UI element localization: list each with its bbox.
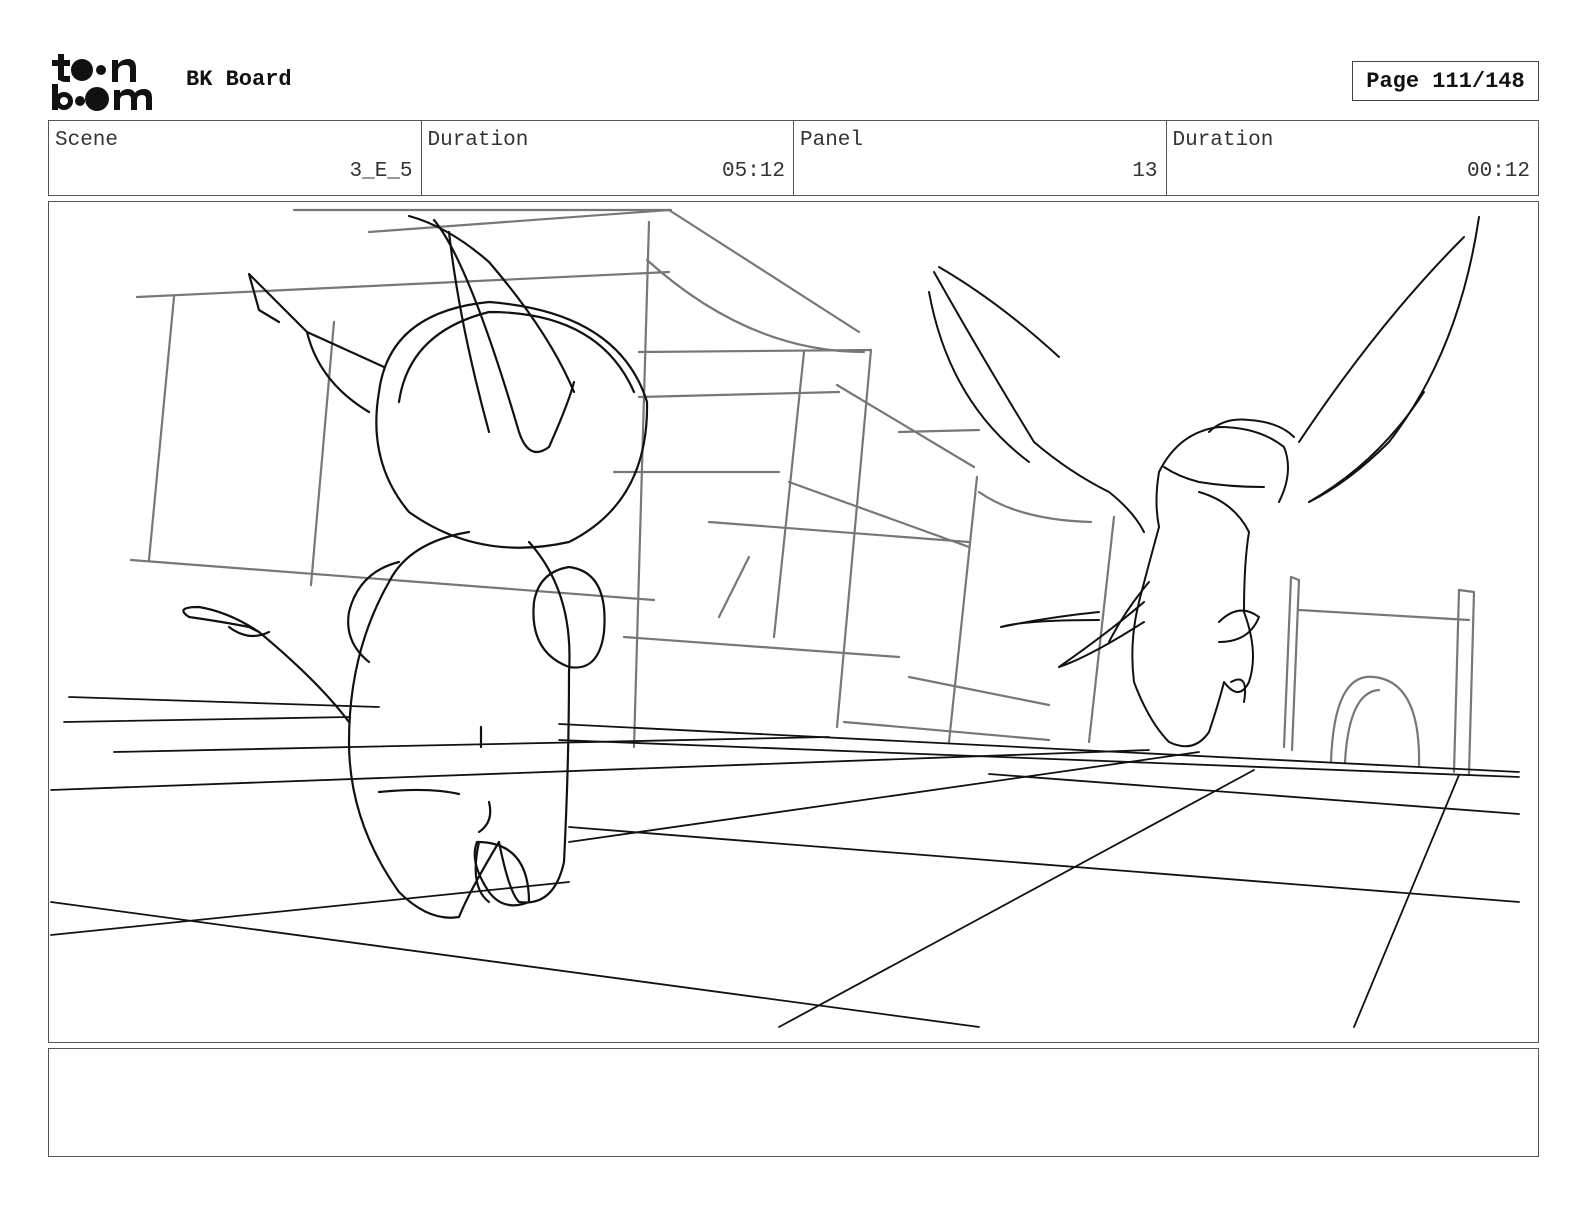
scene-duration-label: Duration (427, 129, 529, 152)
scene-value: 3_E_5 (349, 160, 413, 183)
panel-duration-value: 00:12 (1466, 160, 1530, 183)
panel-info-bar: Scene 3_E_5 Duration 05:12 Panel 13 Dura… (48, 120, 1539, 196)
panel-duration-label: Duration (1172, 129, 1274, 152)
page-indicator: Page 111/148 (1352, 61, 1539, 101)
scene-cell: Scene 3_E_5 (49, 121, 422, 195)
panel-notes-box (48, 1048, 1539, 1157)
panel-value: 13 (1132, 160, 1158, 183)
foreground-character-sketch (182, 214, 649, 919)
panel-duration-cell: Duration 00:12 (1167, 121, 1539, 195)
toon-boom-logo (52, 52, 164, 112)
flying-character-sketch (928, 216, 1480, 748)
board-title: BK Board (186, 67, 292, 92)
panel-cell: Panel 13 (794, 121, 1167, 195)
storyboard-panel-image (48, 201, 1539, 1043)
background-buildings-sketch (129, 208, 1476, 776)
floor-grid-sketch (50, 696, 1520, 1028)
scene-duration-value: 05:12 (721, 160, 785, 183)
panel-label: Panel (800, 129, 864, 152)
scene-label: Scene (55, 129, 119, 152)
scene-duration-cell: Duration 05:12 (422, 121, 794, 195)
